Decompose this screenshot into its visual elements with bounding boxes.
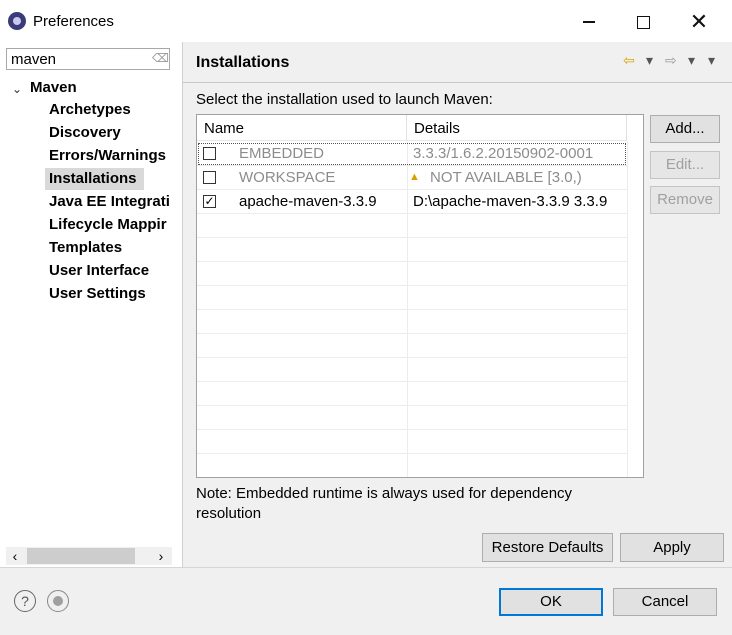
- row-divider: [197, 285, 627, 286]
- page-title: Installations: [196, 54, 290, 71]
- installation-name: EMBEDDED: [239, 145, 325, 162]
- clear-filter-icon[interactable]: ⌫: [152, 51, 169, 65]
- column-header-name[interactable]: Name: [197, 115, 407, 141]
- row-divider: [197, 381, 627, 382]
- chevron-down-icon[interactable]: ⌄: [12, 82, 22, 96]
- note-text: Note: Embedded runtime is always used fo…: [196, 485, 573, 522]
- tree-item-discovery[interactable]: Discovery: [45, 122, 172, 144]
- eclipse-icon: [8, 12, 26, 30]
- installation-name: WORKSPACE: [239, 169, 336, 186]
- installation-checkbox[interactable]: ✓: [203, 195, 216, 208]
- column-header-details[interactable]: Details: [407, 115, 627, 141]
- table-row[interactable]: ✓ apache-maven-3.3.9 D:\apache-maven-3.3…: [197, 190, 627, 214]
- row-divider: [197, 237, 627, 238]
- tree-item-templates[interactable]: Templates: [45, 237, 172, 259]
- tree-item-errors-warnings[interactable]: Errors/Warnings: [45, 145, 172, 167]
- installation-details: 3.3.3/1.6.2.20150902-0001: [413, 145, 594, 162]
- row-divider: [197, 309, 627, 310]
- back-arrow-icon[interactable]: ⇦: [623, 52, 635, 69]
- import-preferences-icon[interactable]: [47, 590, 69, 612]
- close-button[interactable]: ✕: [676, 6, 722, 38]
- tree-item-installations[interactable]: Installations: [45, 168, 144, 190]
- scroll-left-icon[interactable]: ‹: [6, 547, 24, 565]
- back-dropdown-icon[interactable]: ▾: [646, 52, 653, 69]
- tree-item-user-settings[interactable]: User Settings: [45, 283, 172, 305]
- tree-item-lifecycle-mappings[interactable]: Lifecycle Mappir: [45, 214, 172, 236]
- footer-divider: [0, 567, 732, 568]
- table-row[interactable]: EMBEDDED 3.3.3/1.6.2.20150902-0001: [197, 142, 627, 166]
- forward-dropdown-icon[interactable]: ▾: [688, 52, 695, 69]
- tree-item-archetypes[interactable]: Archetypes: [45, 99, 172, 121]
- row-divider: [197, 429, 627, 430]
- row-divider: [197, 261, 627, 262]
- ok-button[interactable]: OK: [499, 588, 603, 616]
- maximize-button[interactable]: [620, 6, 666, 38]
- column-divider: [627, 141, 628, 477]
- filter-input[interactable]: [6, 48, 170, 70]
- row-divider: [197, 357, 627, 358]
- tree-item-java-ee-integration[interactable]: Java EE Integrati: [45, 191, 172, 213]
- view-menu-icon[interactable]: ▾: [708, 52, 715, 69]
- installation-checkbox[interactable]: [203, 147, 216, 160]
- tree-item-user-interface[interactable]: User Interface: [45, 260, 172, 282]
- forward-arrow-icon[interactable]: ⇨: [665, 52, 677, 69]
- table-row[interactable]: WORKSPACE ▲ NOT AVAILABLE [3.0,): [197, 166, 627, 190]
- remove-button[interactable]: Remove: [650, 186, 720, 214]
- installation-details: NOT AVAILABLE [3.0,): [430, 169, 582, 186]
- restore-defaults-button[interactable]: Restore Defaults: [482, 533, 613, 562]
- installations-table[interactable]: Name Details EMBEDDED 3.3.3/1.6.2.201509…: [196, 114, 644, 478]
- installation-checkbox[interactable]: [203, 171, 216, 184]
- scroll-right-icon[interactable]: ›: [152, 547, 170, 565]
- warning-icon: ▲: [409, 171, 420, 183]
- window-title: Preferences: [33, 13, 114, 30]
- edit-button[interactable]: Edit...: [650, 151, 720, 179]
- row-divider: [197, 333, 627, 334]
- tree-item-maven[interactable]: Maven: [30, 79, 77, 96]
- help-icon[interactable]: ?: [14, 590, 36, 612]
- row-divider: [197, 405, 627, 406]
- installation-details: D:\apache-maven-3.3.9 3.3.9: [413, 193, 608, 210]
- minimize-button[interactable]: [566, 6, 612, 38]
- minimize-icon: [583, 21, 595, 23]
- cancel-button[interactable]: Cancel: [613, 588, 717, 616]
- maximize-icon: [636, 15, 650, 29]
- scrollbar-thumb[interactable]: [27, 548, 135, 564]
- instruction-label: Select the installation used to launch M…: [196, 91, 493, 108]
- add-button[interactable]: Add...: [650, 115, 720, 143]
- close-icon: ✕: [689, 9, 709, 34]
- installation-name: apache-maven-3.3.9: [239, 193, 377, 210]
- row-divider: [197, 453, 627, 454]
- apply-button[interactable]: Apply: [620, 533, 724, 562]
